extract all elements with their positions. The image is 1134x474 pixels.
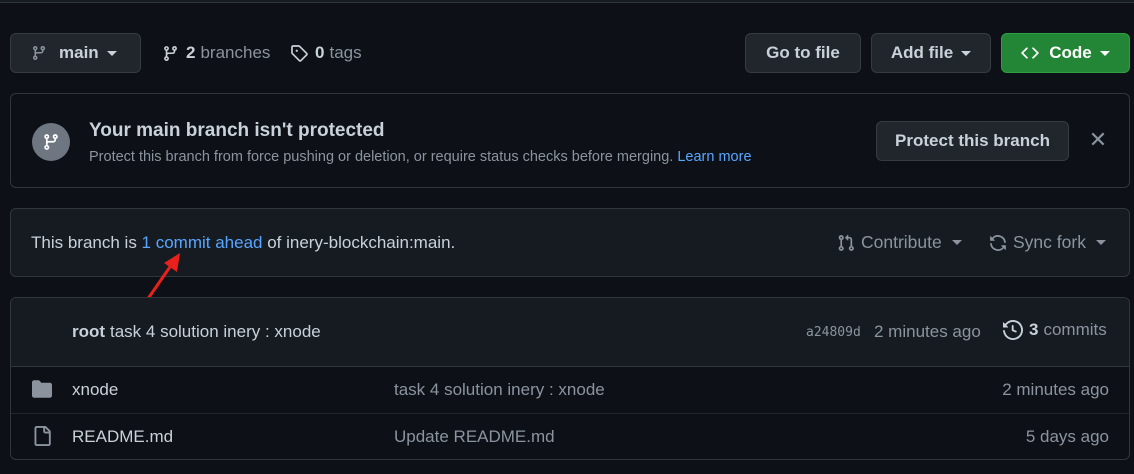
branches-link[interactable]: 2 branches	[162, 33, 270, 73]
add-file-label: Add file	[890, 43, 954, 62]
chevron-down-icon	[1095, 240, 1106, 245]
tags-count: 0	[315, 43, 325, 62]
tags-link[interactable]: 0 tags	[290, 33, 362, 73]
code-icon	[1021, 47, 1039, 59]
file-name[interactable]: README.md	[72, 427, 173, 447]
commit-message[interactable]: task 4 solution inery : xnode	[110, 322, 321, 342]
code-button[interactable]: Code	[1001, 33, 1130, 73]
commit-author[interactable]: root	[72, 322, 105, 342]
file-list: root task 4 solution inery : xnode a2480…	[10, 297, 1130, 460]
file-commit-message[interactable]: Update README.md	[394, 427, 555, 447]
branch-select-button[interactable]: main	[10, 33, 141, 73]
sync-fork-label: Sync fork	[1013, 232, 1086, 252]
chevron-down-icon	[951, 240, 962, 245]
commit-count: 3	[1029, 320, 1039, 339]
branch-status-prefix: This branch is	[31, 233, 142, 252]
commit-sha[interactable]: a24809d	[806, 325, 861, 340]
sync-fork-dropdown[interactable]: Sync fork	[989, 232, 1106, 253]
chevron-down-icon	[961, 50, 972, 56]
banner-description: Protect this branch from force pushing o…	[89, 149, 752, 165]
file-time: 2 minutes ago	[1002, 380, 1109, 399]
banner-description-text: Protect this branch from force pushing o…	[89, 149, 674, 165]
file-time: 5 days ago	[1025, 427, 1109, 446]
branches-count: 2	[186, 43, 196, 62]
add-file-button[interactable]: Add file	[871, 33, 991, 73]
file-row[interactable]: xnode task 4 solution inery : xnode 2 mi…	[11, 367, 1129, 413]
branches-label: branches	[200, 43, 271, 62]
branch-status-text: This branch is 1 commit ahead of inery-b…	[31, 233, 455, 253]
banner-title: Your main branch isn't protected	[89, 120, 385, 141]
file-row[interactable]: README.md Update README.md 5 days ago	[11, 413, 1129, 459]
chevron-down-icon	[106, 50, 117, 56]
file-icon	[34, 426, 51, 446]
protect-branch-button[interactable]: Protect this branch	[876, 121, 1069, 161]
history-icon	[1003, 320, 1023, 340]
learn-more-link[interactable]: Learn more	[677, 149, 751, 165]
close-icon[interactable]: ✕	[1088, 127, 1108, 153]
branch-status-bar: This branch is 1 commit ahead of inery-b…	[10, 208, 1130, 277]
chevron-down-icon	[1099, 50, 1110, 56]
branch-status-suffix: of inery-blockchain:main.	[262, 233, 456, 252]
pull-request-icon	[838, 234, 854, 251]
contribute-label: Contribute	[861, 232, 942, 252]
code-label: Code	[1049, 43, 1092, 62]
protect-branch-label: Protect this branch	[895, 131, 1050, 150]
git-branch-icon	[32, 46, 45, 61]
commit-time: 2 minutes ago	[874, 322, 981, 341]
file-commit-message[interactable]: task 4 solution inery : xnode	[394, 380, 605, 400]
header-divider	[0, 0, 1134, 3]
latest-commit-row: root task 4 solution inery : xnode a2480…	[11, 298, 1129, 367]
folder-icon	[32, 380, 52, 398]
go-to-file-button[interactable]: Go to file	[745, 33, 861, 73]
branch-protection-banner: Your main branch isn't protected Protect…	[10, 93, 1130, 188]
branch-name: main	[59, 43, 99, 62]
file-name[interactable]: xnode	[72, 380, 118, 400]
git-branch-icon	[164, 45, 177, 61]
go-to-file-label: Go to file	[766, 43, 840, 62]
contribute-dropdown[interactable]: Contribute	[837, 232, 962, 253]
git-branch-icon	[32, 123, 70, 161]
sync-icon	[990, 234, 1006, 251]
tag-icon	[291, 45, 308, 62]
commits-ahead-link[interactable]: 1 commit ahead	[142, 233, 263, 252]
tags-label: tags	[329, 43, 362, 62]
commits-history-link[interactable]: 3 commits	[1003, 320, 1107, 340]
commit-count-label: commits	[1043, 320, 1107, 339]
repo-toolbar: main 2 branches 0 tags Go to file Add fi…	[10, 33, 1130, 73]
